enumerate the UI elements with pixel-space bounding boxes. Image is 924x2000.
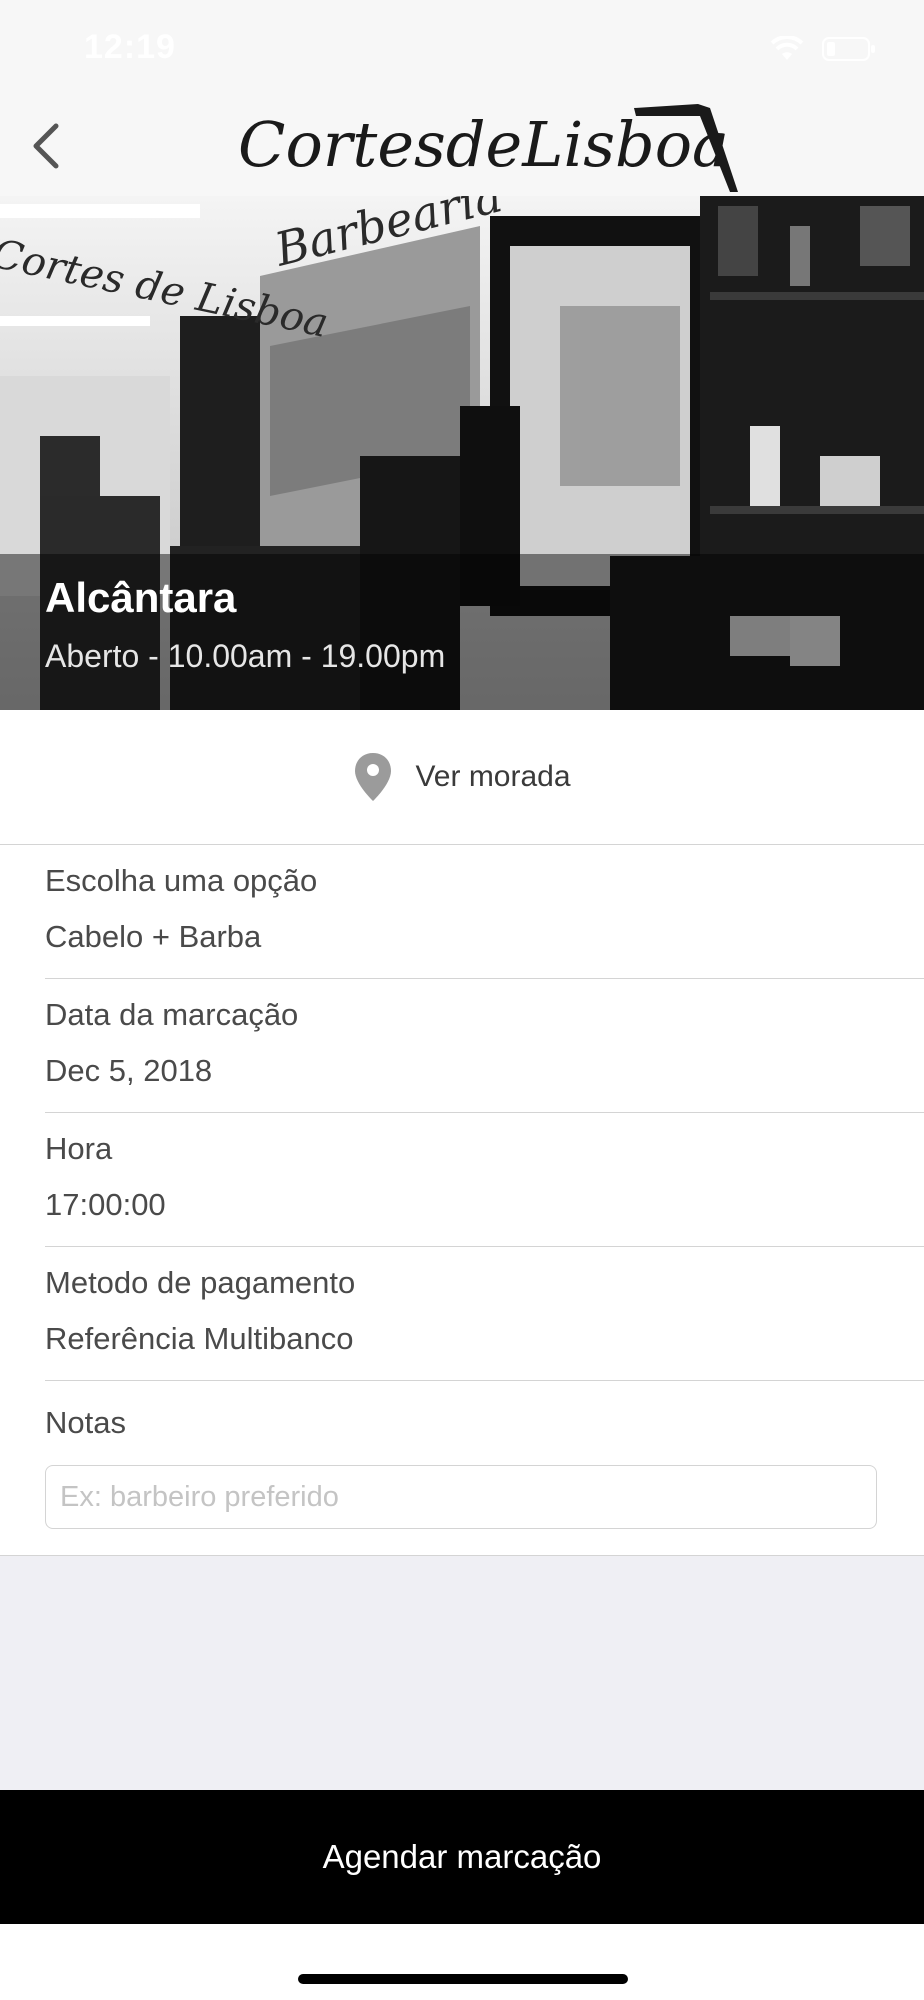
status-bar: 12:19: [0, 0, 924, 96]
payment-method-label: Metodo de pagamento: [45, 1265, 356, 1300]
schedule-appointment-label: Agendar marcação: [322, 1838, 602, 1875]
date-value: Dec 5, 2018: [45, 1053, 213, 1088]
location-title: Alcântara: [45, 574, 237, 621]
notes-label: Notas: [45, 1405, 126, 1440]
date-field[interactable]: Data da marcação Dec 5, 2018: [45, 979, 924, 1113]
option-field[interactable]: Escolha uma opção Cabelo + Barba: [45, 845, 924, 979]
notes-input[interactable]: [45, 1465, 877, 1529]
view-address-button[interactable]: Ver morada: [0, 710, 924, 845]
wifi-icon: [770, 36, 804, 60]
time-value: 17:00:00: [45, 1187, 166, 1222]
time-label: Hora: [45, 1131, 113, 1166]
booking-form: Escolha uma opção Cabelo + Barba Data da…: [0, 845, 924, 1556]
back-button[interactable]: [20, 118, 76, 174]
opening-hours: Aberto - 10.00am - 19.00pm: [45, 638, 446, 674]
battery-icon: [822, 37, 875, 61]
view-address-label: Ver morada: [415, 760, 571, 793]
map-pin-icon: [355, 753, 392, 801]
brand-logo: CortesdeLisboa: [238, 104, 738, 192]
payment-method-field[interactable]: Metodo de pagamento Referência Multibanc…: [45, 1247, 924, 1381]
date-label: Data da marcação: [45, 997, 299, 1032]
logo-text: CortesdeLisboa: [238, 108, 729, 181]
hero-banner: Cortes de Lisboa Barbearia Alcântara Abe…: [0, 196, 924, 710]
time-field[interactable]: Hora 17:00:00: [45, 1113, 924, 1247]
option-value: Cabelo + Barba: [45, 919, 262, 954]
status-icons: [770, 36, 876, 62]
home-indicator[interactable]: [298, 1974, 628, 1984]
chevron-left-icon: [33, 123, 59, 169]
option-label: Escolha uma opção: [45, 863, 318, 898]
payment-method-value: Referência Multibanco: [45, 1321, 354, 1356]
schedule-appointment-button[interactable]: Agendar marcação: [0, 1790, 924, 1924]
navigation-bar: CortesdeLisboa: [0, 96, 924, 197]
home-area: [0, 1924, 924, 2000]
status-time: 12:19: [84, 28, 176, 66]
